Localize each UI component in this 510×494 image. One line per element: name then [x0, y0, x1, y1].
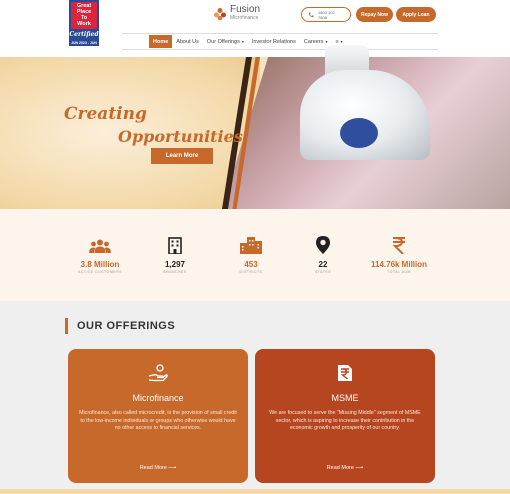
nav-about-us[interactable]: About Us	[172, 35, 203, 48]
flower-logo-icon	[214, 8, 226, 21]
chevron-down-icon: ▾	[340, 39, 343, 44]
stats-bar: 3.8 Million ACTIVE CUSTOMERS 1,297 BRANC…	[0, 209, 510, 301]
badge-period: JUN 2023 - JUN 2024 INDIA	[71, 41, 97, 51]
great-place-to-work-badge: Great Place To Work Certified JUN 2023 -…	[69, 0, 99, 51]
hamburger-icon: ≡	[335, 38, 339, 45]
main-nav: Home About Us Our Offerings ▾ Investor Re…	[122, 33, 438, 50]
stat-districts-label: DISTRICTS	[239, 270, 263, 274]
stat-states-value: 22	[318, 260, 328, 269]
msme-description: We are focused to serve the "Missing Mid…	[269, 410, 421, 432]
location-pin-icon	[316, 236, 330, 254]
sewing-machine-badge	[340, 118, 378, 148]
logo-sub: Microfinance	[230, 15, 259, 21]
msme-card[interactable]: MSME We are focused to serve the "Missin…	[255, 349, 435, 483]
city-icon	[240, 237, 262, 254]
msme-title: MSME	[331, 393, 359, 403]
microfinance-description: Microfinance, also called microcredit, i…	[79, 410, 237, 432]
nav-investor-relations[interactable]: Investor Relations	[248, 35, 300, 48]
microfinance-read-more-link[interactable]: Read More ⟶	[68, 465, 248, 471]
hero-banner	[0, 57, 510, 209]
chevron-down-icon: ▾	[325, 39, 328, 44]
stat-aum-label: TOTAL AUM	[387, 270, 411, 274]
msme-read-more-link[interactable]: Read More ⟶	[255, 465, 435, 471]
nav-home[interactable]: Home	[149, 35, 173, 48]
phone-icon	[308, 12, 314, 17]
building-icon	[168, 237, 182, 254]
learn-more-button[interactable]: Learn More	[151, 148, 213, 164]
phone-line1: 1800 102	[318, 9, 335, 15]
phone-pill[interactable]: 1800 102 7808	[301, 7, 351, 22]
stat-aum-value: 114.76k Million	[370, 260, 428, 269]
badge-certified: Certified	[69, 31, 99, 38]
phone-line2: 7808	[318, 14, 327, 20]
stat-branches: 1,297 BRANCHES	[140, 236, 210, 274]
stat-branches-value: 1,297	[164, 260, 186, 269]
rupee-icon	[392, 237, 405, 254]
hero-heading-line1: Creating	[64, 104, 147, 124]
repay-now-button[interactable]: Repay Now	[356, 7, 393, 22]
microfinance-title: Microfinance	[132, 393, 184, 403]
stat-aum: 114.76k Million TOTAL AUM	[364, 236, 434, 274]
offerings-title: OUR OFFERINGS	[65, 318, 175, 334]
stat-states-label: STATES	[314, 270, 332, 274]
people-icon	[89, 239, 111, 253]
stat-customers-value: 3.8 Million	[80, 260, 120, 269]
stat-districts: 453 DISTRICTS	[216, 236, 286, 274]
stat-districts-value: 453	[244, 260, 258, 269]
stat-customers-label: ACTIVE CUSTOMERS	[78, 270, 122, 274]
hand-coins-icon	[148, 364, 168, 382]
fusion-logo[interactable]: Fusion Microfinance	[213, 5, 260, 23]
microfinance-card[interactable]: Microfinance Microfinance, also called m…	[68, 349, 248, 483]
chevron-down-icon: ▾	[241, 39, 244, 44]
stat-customers: 3.8 Million ACTIVE CUSTOMERS	[65, 236, 135, 274]
stat-branches-label: BRANCHES	[163, 270, 187, 274]
hero-heading-line2: Opportunities!	[118, 127, 250, 146]
rupee-document-icon	[338, 365, 352, 381]
nav-our-offerings[interactable]: Our Offerings ▾	[203, 35, 248, 48]
apply-loan-button[interactable]: Apply Loan	[396, 7, 436, 22]
badge-line4: Work	[77, 21, 91, 27]
stat-states: 22 STATES	[288, 236, 358, 274]
footer-strip	[0, 489, 510, 494]
